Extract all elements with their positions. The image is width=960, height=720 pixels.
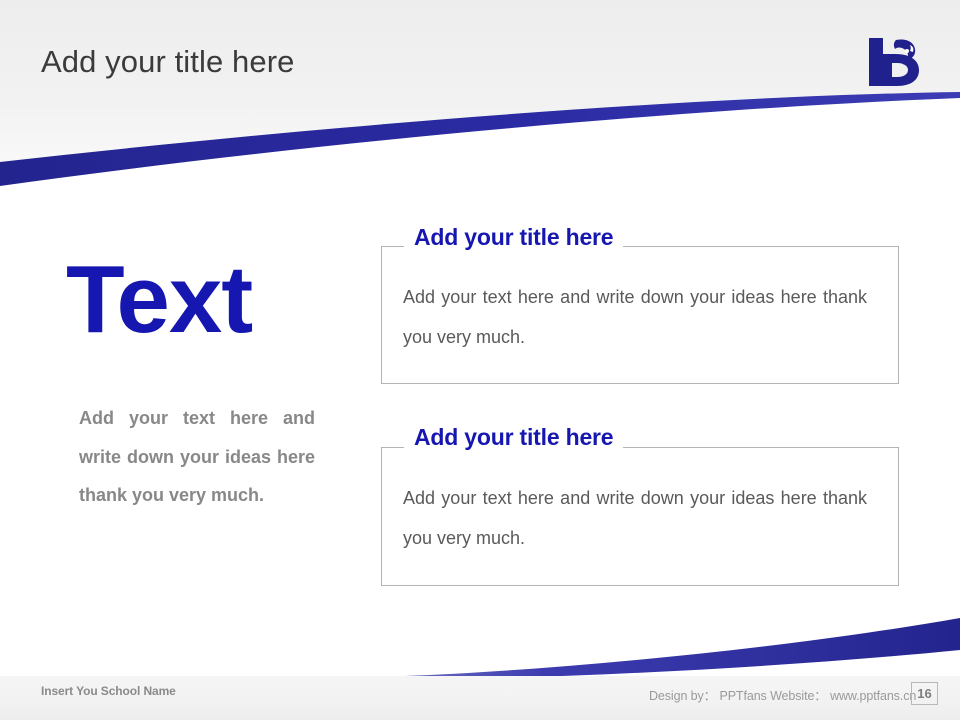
content-box-2-paragraph: Add your text here and write down your i… [403,488,867,548]
header-background [0,0,960,186]
footer-swoosh-shape [405,618,960,680]
university-logo [866,36,922,88]
slide-canvas: Add your title here Text Add your text h… [0,0,960,720]
header-band [0,0,960,190]
content-box-2-title: Add your title here [404,424,624,451]
headline-text: Text [66,246,253,353]
left-paragraph: Add your text here and write down your i… [79,408,315,505]
logo-mark-icon [869,38,919,86]
content-box-1-paragraph: Add your text here and write down your i… [403,287,867,347]
footer-school-name: Insert You School Name [41,684,176,698]
content-box-1-title: Add your title here [404,224,624,251]
page-number-badge: 16 [911,682,938,705]
page-title: Add your title here [41,44,295,79]
footer-credit: Design by： PPTfans Website： www.pptfans.… [649,689,917,703]
